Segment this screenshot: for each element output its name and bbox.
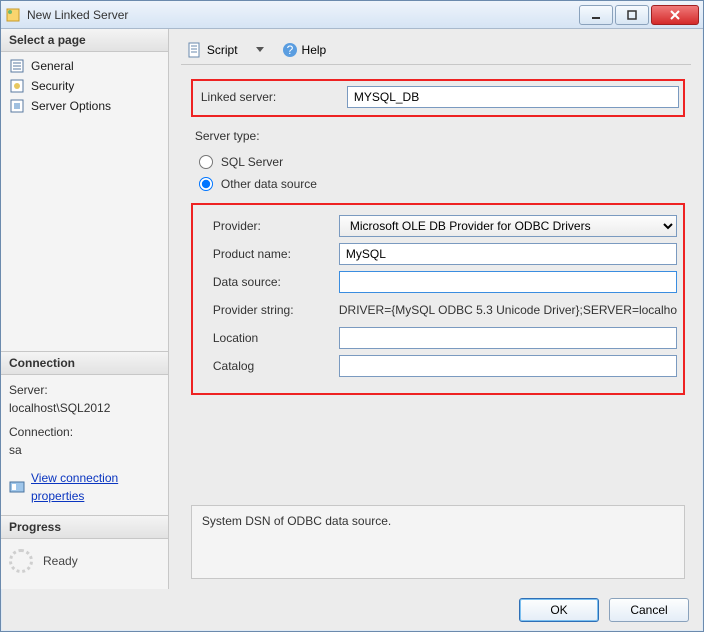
catalog-label: Catalog: [199, 359, 339, 373]
provider-string-label: Provider string:: [199, 303, 339, 317]
form-area: Linked server: Server type: SQL Server O…: [181, 75, 691, 589]
provider-string-value: DRIVER={MySQL ODBC 5.3 Unicode Driver};S…: [339, 303, 677, 317]
highlight-box-linked-server: Linked server:: [191, 79, 685, 117]
view-connection-properties-link[interactable]: View connection properties: [31, 469, 160, 505]
progress-header: Progress: [1, 516, 168, 539]
maximize-button[interactable]: [615, 5, 649, 25]
cancel-button[interactable]: Cancel: [609, 598, 689, 622]
page-label: Security: [31, 79, 74, 93]
page-list: General Security Server Options: [1, 52, 168, 120]
page-server-options[interactable]: Server Options: [3, 96, 166, 116]
radio-other-input[interactable]: [199, 177, 213, 191]
help-button[interactable]: ? Help: [276, 40, 333, 60]
script-button[interactable]: Script: [181, 40, 244, 60]
script-dropdown-caret-icon[interactable]: [256, 47, 264, 52]
progress-ring-icon: [9, 549, 33, 573]
progress-status: Ready: [43, 554, 78, 568]
script-icon: [187, 42, 203, 58]
linked-server-input[interactable]: [347, 86, 679, 108]
script-label: Script: [207, 43, 238, 57]
radio-sql-server-input[interactable]: [199, 155, 213, 169]
radio-other-label: Other data source: [221, 177, 317, 191]
dialog-window: New Linked Server Select a page General …: [0, 0, 704, 632]
radio-other-data-source[interactable]: Other data source: [199, 173, 685, 195]
server-type-label: Server type:: [191, 129, 341, 143]
connection-panel: Connection Server: localhost\SQL2012 Con…: [1, 351, 168, 515]
progress-panel: Progress Ready: [1, 515, 168, 589]
page-general[interactable]: General: [3, 56, 166, 76]
location-input[interactable]: [339, 327, 677, 349]
product-name-label: Product name:: [199, 247, 339, 261]
description-box: System DSN of ODBC data source.: [191, 505, 685, 579]
server-value: localhost\SQL2012: [9, 399, 160, 417]
toolbar: Script ? Help: [181, 35, 691, 65]
linked-server-label: Linked server:: [197, 90, 347, 104]
highlight-box-provider: Provider: Microsoft OLE DB Provider for …: [191, 203, 685, 395]
provider-label: Provider:: [199, 219, 339, 233]
page-security[interactable]: Security: [3, 76, 166, 96]
help-label: Help: [302, 43, 327, 57]
radio-sql-server[interactable]: SQL Server: [199, 151, 685, 173]
catalog-input[interactable]: [339, 355, 677, 377]
help-icon: ?: [282, 42, 298, 58]
connection-label: Connection:: [9, 423, 160, 441]
radio-sql-label: SQL Server: [221, 155, 283, 169]
provider-select[interactable]: Microsoft OLE DB Provider for ODBC Drive…: [339, 215, 677, 237]
page-icon: [9, 78, 25, 94]
titlebar[interactable]: New Linked Server: [1, 1, 703, 29]
connection-value: sa: [9, 441, 160, 459]
page-label: Server Options: [31, 99, 111, 113]
page-icon: [9, 58, 25, 74]
left-panel: Select a page General Security Server Op…: [1, 29, 169, 589]
description-text: System DSN of ODBC data source.: [202, 514, 391, 528]
app-icon: [5, 7, 21, 23]
window-title: New Linked Server: [27, 8, 577, 22]
data-source-label: Data source:: [199, 275, 339, 289]
right-panel: Script ? Help Linked server: Server type…: [169, 29, 703, 589]
minimize-button[interactable]: [579, 5, 613, 25]
data-source-input[interactable]: [339, 271, 677, 293]
ok-button[interactable]: OK: [519, 598, 599, 622]
connection-header: Connection: [1, 352, 168, 375]
dialog-buttons: OK Cancel: [1, 589, 703, 631]
location-label: Location: [199, 331, 339, 345]
select-page-header: Select a page: [1, 29, 168, 52]
close-button[interactable]: [651, 5, 699, 25]
properties-icon: [9, 479, 25, 495]
page-label: General: [31, 59, 74, 73]
product-name-input[interactable]: [339, 243, 677, 265]
page-icon: [9, 98, 25, 114]
server-label: Server:: [9, 381, 160, 399]
svg-text:?: ?: [286, 43, 293, 57]
